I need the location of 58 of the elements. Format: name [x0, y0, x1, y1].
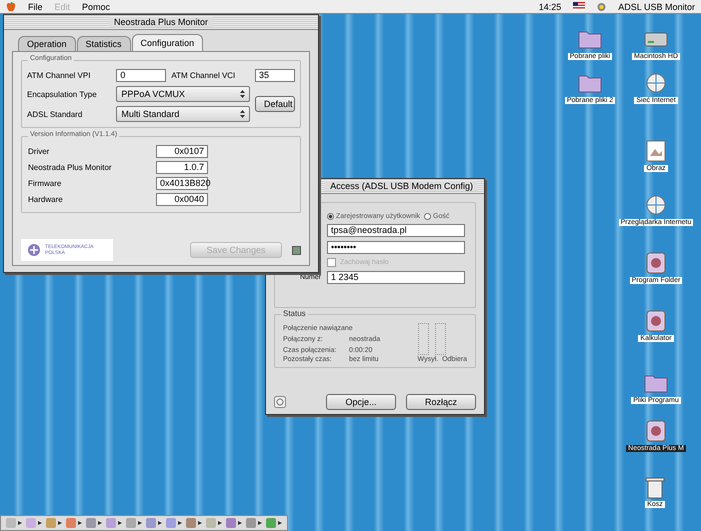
control-strip-icon[interactable] — [165, 517, 183, 529]
info-value: 0x0040 — [156, 193, 208, 206]
info-value: 0x0107 — [156, 145, 208, 158]
popup-menu[interactable]: Multi Standard — [116, 106, 250, 122]
field-label: ATM Channel VPI — [27, 71, 92, 80]
control-strip-icon[interactable] — [265, 517, 283, 529]
info-label: Firmware — [28, 179, 62, 188]
status-indicator — [292, 246, 301, 254]
input-field[interactable]: tpsa@neostrada.pl — [327, 224, 465, 237]
radio-button[interactable] — [424, 213, 432, 220]
popup-menu[interactable]: PPPoA VCMUX — [116, 86, 250, 102]
control-strip-icon[interactable] — [105, 517, 123, 529]
window-title: Access (ADSL USB Modem Config) — [325, 181, 478, 191]
flag-icon[interactable] — [573, 2, 586, 11]
tab[interactable]: Configuration — [132, 34, 204, 51]
control-strip-icon[interactable] — [125, 517, 143, 529]
control-strip-icon[interactable] — [185, 517, 203, 529]
menu-item[interactable]: File — [28, 2, 43, 12]
input-field[interactable]: 1 2345 — [327, 271, 465, 284]
field-label: ADSL Standard — [27, 110, 84, 118]
input-field[interactable]: 35 — [255, 69, 295, 82]
input-field[interactable]: •••••••• — [327, 241, 465, 254]
control-strip-icon[interactable] — [65, 517, 83, 529]
info-label: Neostrada Plus Monitor — [28, 163, 113, 172]
field-label: Encapsulation Type — [27, 90, 98, 98]
dialog-button[interactable]: Opcje... — [326, 394, 396, 410]
control-strip-icon[interactable] — [145, 517, 163, 529]
control-strip-icon[interactable] — [45, 517, 63, 529]
window-title: Neostrada Plus Monitor — [108, 17, 214, 27]
updown-arrow-icon — [240, 90, 245, 98]
input-field[interactable]: 0 — [116, 69, 166, 82]
info-value: 0x4013B820 — [156, 177, 208, 190]
control-strip-icon[interactable] — [25, 517, 43, 529]
application-menu[interactable]: ADSL USB Monitor — [618, 2, 695, 12]
info-value: 1.0.7 — [156, 161, 208, 174]
control-strip-icon[interactable] — [225, 517, 243, 529]
control-strip-icon[interactable] — [245, 517, 263, 529]
logo-icon — [27, 243, 41, 257]
control-strip-icon[interactable] — [5, 517, 23, 529]
default-button[interactable]: Default — [255, 96, 295, 112]
apple-icon[interactable] — [6, 1, 16, 12]
control-strip-icon[interactable] — [85, 517, 103, 529]
info-label: Driver — [28, 147, 50, 156]
control-strip-icon[interactable] — [205, 517, 223, 529]
field-label: ATM Channel VCI — [171, 71, 236, 80]
application-icon[interactable] — [597, 2, 606, 12]
send-meter — [418, 323, 429, 355]
updown-arrow-icon — [240, 110, 245, 118]
info-label: Hardware — [28, 195, 64, 204]
radio-button[interactable] — [327, 213, 334, 220]
receive-meter — [434, 323, 446, 355]
tab[interactable]: Statistics — [76, 36, 131, 51]
help-icon[interactable] — [274, 396, 286, 408]
menu-item[interactable]: Pomoc — [82, 2, 110, 12]
dialog-button[interactable]: Rozłącz — [406, 394, 476, 410]
tab[interactable]: Operation — [18, 36, 76, 51]
group-label: Status — [281, 309, 308, 318]
menu-clock: 14:25 — [538, 2, 562, 12]
